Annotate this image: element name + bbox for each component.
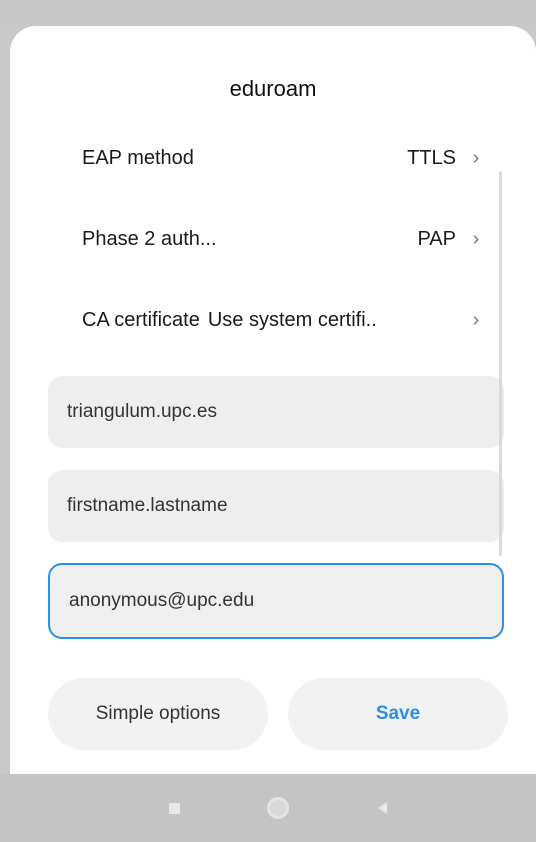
anonymous-identity-field[interactable]: anonymous@upc.edu xyxy=(48,563,504,639)
scrollbar[interactable] xyxy=(499,171,502,556)
setting-value: TTLS xyxy=(407,146,456,169)
back-button[interactable] xyxy=(352,774,412,842)
dialog-title: eduroam xyxy=(229,76,317,101)
recents-button[interactable] xyxy=(144,774,204,842)
setting-ca-certificate[interactable]: CA certificate Use system certifi.. › xyxy=(82,300,486,340)
username-field[interactable]: firstname.lastname xyxy=(48,470,504,542)
home-button[interactable] xyxy=(248,774,308,842)
simple-options-button[interactable]: Simple options xyxy=(48,678,268,750)
chevron-right-icon: › xyxy=(472,308,480,331)
setting-label: Phase 2 auth... xyxy=(82,227,217,250)
setting-value: Use system certifi.. xyxy=(207,308,377,331)
setting-phase2-auth[interactable]: Phase 2 auth... PAP › xyxy=(82,219,486,259)
back-triangle-icon xyxy=(377,802,387,814)
home-circle-icon xyxy=(267,797,289,819)
recents-square-icon xyxy=(168,802,180,814)
identity-field[interactable]: triangulum.upc.es xyxy=(48,376,504,448)
setting-eap-method[interactable]: EAP method TTLS › xyxy=(82,138,486,178)
chevron-right-icon: › xyxy=(472,146,480,169)
setting-value: PAP xyxy=(417,227,456,250)
network-config-dialog: eduroam EAP method TTLS › Phase 2 auth..… xyxy=(10,26,536,774)
setting-label: CA certificate xyxy=(82,308,200,331)
save-button[interactable]: Save xyxy=(288,678,508,750)
status-bar-area xyxy=(0,0,536,26)
chevron-right-icon: › xyxy=(472,227,480,250)
setting-label: EAP method xyxy=(82,146,194,169)
navigation-bar xyxy=(0,774,536,842)
